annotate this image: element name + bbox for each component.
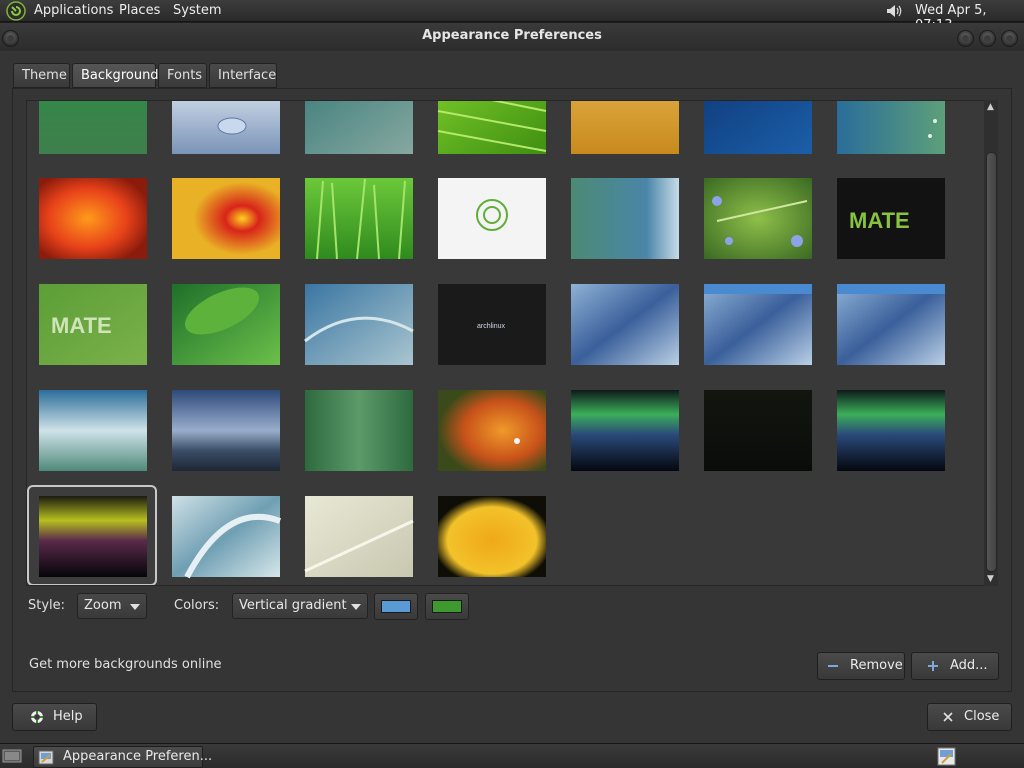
style-value: Zoom bbox=[84, 598, 122, 613]
minimize-button[interactable] bbox=[957, 30, 974, 47]
help-button-label: Help bbox=[53, 709, 83, 724]
colors-label: Colors: bbox=[174, 598, 220, 613]
close-button[interactable]: Close bbox=[927, 703, 1012, 731]
bottom-panel: Appearance Preferen... bbox=[0, 743, 1024, 768]
maximize-button[interactable] bbox=[979, 30, 996, 47]
taskbar-button-appearance[interactable]: Appearance Preferen... bbox=[33, 746, 212, 768]
chevron-down-icon bbox=[130, 604, 140, 610]
system-menu[interactable]: System bbox=[173, 3, 221, 18]
more-backgrounds-link[interactable]: Get more backgrounds online bbox=[29, 657, 222, 672]
scroll-up-arrow-icon[interactable]: ▲ bbox=[987, 102, 994, 112]
show-desktop-icon[interactable] bbox=[2, 748, 22, 764]
remove-icon bbox=[828, 665, 838, 667]
close-button-label: Close bbox=[964, 709, 1000, 724]
close-icon bbox=[943, 712, 953, 722]
appearance-app-icon bbox=[38, 750, 54, 765]
wallpaper-grid[interactable]: MATE MATE archlinux bbox=[26, 100, 986, 586]
tab-interface[interactable]: Interface bbox=[209, 63, 277, 88]
add-icon bbox=[928, 661, 938, 671]
places-menu[interactable]: Places bbox=[119, 3, 160, 18]
add-button-label: Add... bbox=[950, 658, 988, 673]
appearance-tray-icon[interactable] bbox=[936, 746, 957, 767]
tab-background[interactable]: Background bbox=[72, 63, 159, 88]
mate-text-dark: MATE bbox=[849, 208, 910, 233]
applications-menu[interactable]: Applications bbox=[34, 3, 113, 18]
tab-theme[interactable]: Theme bbox=[13, 63, 70, 88]
close-window-button[interactable] bbox=[1001, 30, 1018, 47]
mate-text-green: MATE bbox=[51, 313, 112, 338]
secondary-color-swatch bbox=[432, 600, 462, 613]
scroll-down-arrow-icon[interactable]: ▼ bbox=[987, 574, 994, 584]
wallpaper-thumbnails: MATE MATE archlinux bbox=[39, 101, 945, 579]
chevron-down-icon bbox=[351, 604, 361, 610]
primary-color-swatch bbox=[381, 600, 411, 613]
tab-fonts[interactable]: Fonts bbox=[158, 63, 207, 88]
colors-value: Vertical gradient bbox=[239, 598, 347, 613]
style-combo[interactable]: Zoom bbox=[77, 593, 147, 619]
taskbar-button-label: Appearance Preferen... bbox=[63, 749, 213, 764]
window-title: Appearance Preferences bbox=[422, 28, 602, 43]
volume-icon[interactable] bbox=[884, 1, 904, 21]
scroll-thumb[interactable] bbox=[986, 152, 997, 572]
mate-logo-icon[interactable] bbox=[6, 1, 26, 21]
titlebar[interactable]: Appearance Preferences bbox=[0, 23, 1024, 51]
add-button[interactable]: Add... bbox=[911, 652, 999, 680]
top-panel: Applications Places System Wed Apr 5, 07… bbox=[0, 0, 1024, 33]
primary-color-button[interactable] bbox=[374, 593, 418, 620]
style-label: Style: bbox=[28, 598, 66, 613]
remove-button[interactable]: Remove bbox=[817, 652, 905, 680]
colors-combo[interactable]: Vertical gradient bbox=[232, 593, 368, 619]
remove-button-label: Remove bbox=[850, 658, 903, 673]
archlinux-text: archlinux bbox=[477, 323, 506, 330]
secondary-color-button[interactable] bbox=[425, 593, 469, 620]
help-lifebuoy-icon bbox=[31, 711, 43, 723]
help-button[interactable]: Help bbox=[12, 703, 97, 731]
